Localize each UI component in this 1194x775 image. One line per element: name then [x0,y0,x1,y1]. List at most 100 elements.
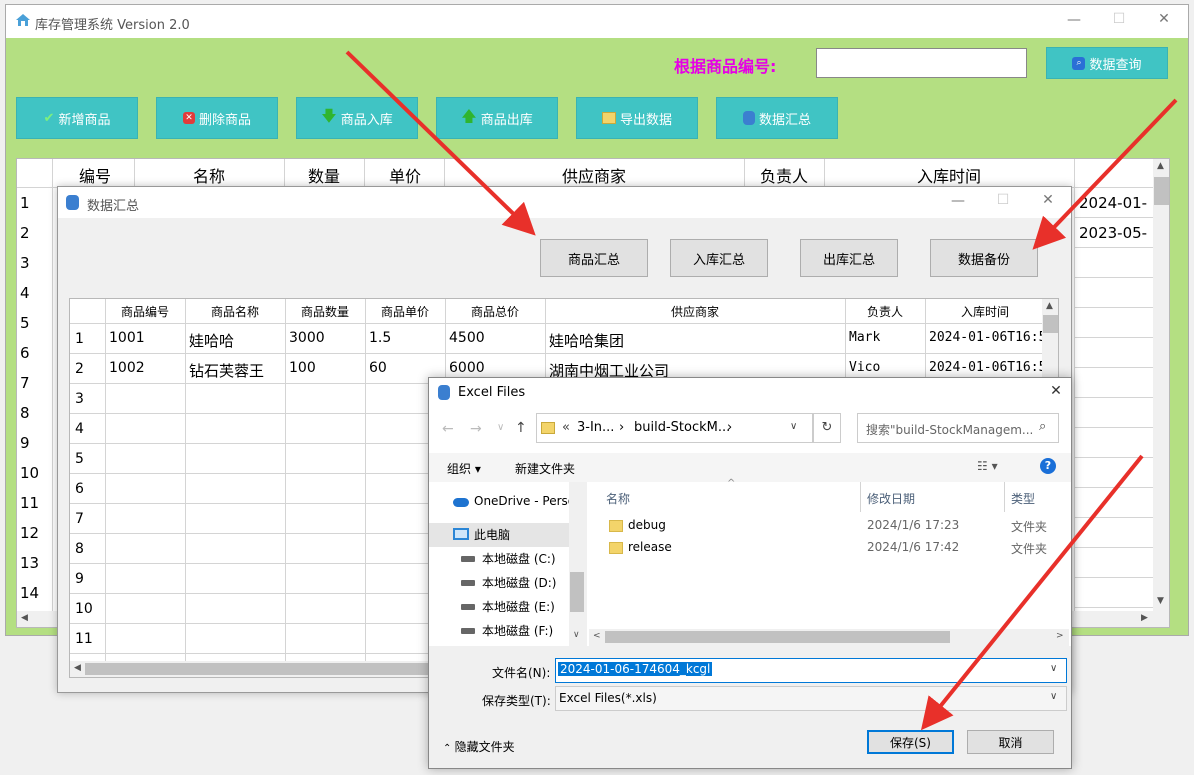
search-button[interactable]: ⌕ 数据查询 [1046,47,1168,79]
filename-input[interactable]: 2024-01-06-174604_kcgl ∨ [555,658,1067,683]
folder-icon [601,112,616,124]
column-header-date[interactable]: 修改日期 [867,490,915,507]
up-arrow-icon: 🡅 [461,106,477,125]
address-bar[interactable]: « 3-In... › build-StockM... › ∨ [536,413,813,443]
minimize-button[interactable]: — [948,193,968,209]
product-summary-button[interactable]: 商品汇总 [540,239,648,277]
refresh-button[interactable]: ↻ [813,413,841,443]
main-title: 库存管理系统 Version 2.0 [35,18,190,33]
down-arrow-icon: 🡇 [321,106,337,125]
grid-header-name: 名称 [193,167,226,186]
chevron-down-icon: ∨ [1050,691,1058,702]
grid-header-price: 单价 [389,167,422,186]
chevron-up-icon: ⌃ [443,743,455,754]
search-label: 根据商品编号: [674,57,777,76]
row-number: 2 [75,361,84,377]
dialog-title: Excel Files [458,385,526,400]
view-options-icon[interactable]: ☷ ▾ [977,459,998,473]
row-number: 3 [75,391,84,407]
row-number: 10 [75,601,93,617]
row-number: 11 [75,631,93,647]
summary-column-header: 商品数量 [300,305,349,319]
maximize-button[interactable]: ☐ [993,192,1013,208]
summary-cell: Mark [849,330,881,345]
column-header-type[interactable]: 类型 [1011,490,1035,507]
summary-title: 数据汇总 [87,199,140,214]
dialog-titlebar: Excel Files ✕ [429,378,1071,408]
summary-cell: 2024-01-06T16:5 [929,330,1043,345]
nav-item-label: 本地磁盘 (F:) [482,624,554,638]
row-number: 6 [75,481,84,497]
row-number: 13 [20,554,40,572]
minimize-button[interactable]: — [1064,12,1084,28]
summary-column-header: 商品编号 [120,305,169,319]
save-button[interactable]: 保存(S) [867,730,954,754]
summary-cell: 2024-01-06T16:5 [929,360,1043,375]
row-number: 12 [20,524,40,542]
data-backup-button[interactable]: 数据备份 [930,239,1038,277]
cancel-button[interactable]: 取消 [967,730,1054,754]
summary-cell: 100 [289,360,316,376]
file-name: release [628,540,672,554]
close-button[interactable]: ✕ [1046,383,1066,399]
search-icon: ⌕ [1039,419,1047,434]
column-header-name[interactable]: 名称 [606,490,630,507]
add-product-button[interactable]: ✔ 新增商品 [16,97,138,139]
delete-icon: ✕ [182,112,195,124]
folder-icon [609,520,623,532]
stock-out-summary-button[interactable]: 出库汇总 [800,239,898,277]
grid-header-owner: 负责人 [760,167,809,186]
nav-item-label: 本地磁盘 (C:) [482,552,556,566]
chevron-down-icon[interactable]: ∨ [497,422,504,433]
file-type: 文件夹 [1011,520,1048,534]
hide-folders-toggle[interactable]: ⌃ 隐藏文件夹 [443,738,515,755]
filetype-select[interactable]: Excel Files(*.xls) ∨ [555,686,1067,711]
search-box[interactable]: 搜索"build-StockManagem... ⌕ [857,413,1059,443]
up-arrow-icon[interactable]: ↑ [515,420,527,436]
chevron-down-icon[interactable]: ∨ [1050,663,1057,674]
database-icon [66,195,79,210]
grid-header-date: 入库时间 [917,167,982,186]
search-input[interactable] [816,48,1027,78]
summary-titlebar: 数据汇总 — ☐ ✕ [58,187,1071,218]
grid-cell-date: 2023-05- [1079,224,1148,242]
filename-label: 文件名(N): [492,666,551,680]
summary-column-header: 商品总价 [470,305,519,319]
stock-in-button[interactable]: 🡇 商品入库 [296,97,418,139]
row-number: 14 [20,584,40,602]
stock-out-button[interactable]: 🡅 商品出库 [436,97,558,139]
summary-cell: 4500 [449,330,485,346]
file-date: 2024/1/6 17:23 [867,518,960,532]
maximize-button[interactable]: ☐ [1109,11,1129,27]
new-folder-button[interactable]: 新建文件夹 [515,460,575,477]
row-number: 8 [20,404,30,422]
row-number: 4 [20,284,30,302]
data-summary-button[interactable]: 数据汇总 [716,97,838,139]
summary-cell: 6000 [449,360,485,376]
back-arrow-icon[interactable]: ← [442,421,454,437]
summary-column-header: 供应商家 [670,305,719,319]
help-icon[interactable]: ? [1040,458,1056,474]
horizontal-scrollbar[interactable]: < > [589,629,1069,646]
export-data-button[interactable]: 导出数据 [576,97,698,139]
nav-item-label: 本地磁盘 (E:) [482,600,555,614]
delete-product-button[interactable]: ✕ 删除商品 [156,97,278,139]
chevron-down-icon[interactable]: ∨ [790,421,797,432]
row-number: 7 [20,374,30,392]
row-number: 1 [20,194,30,212]
row-number: 1 [75,331,84,347]
summary-cell: 钻石芙蓉王 [189,362,265,380]
stock-in-summary-button[interactable]: 入库汇总 [670,239,768,277]
summary-cell: 娃哈哈集团 [549,332,625,350]
grid-header-id: 编号 [79,167,112,186]
nav-scrollbar[interactable]: ∨ [569,482,585,646]
grid-cell-date: 2024-01- [1079,194,1148,212]
vertical-scrollbar[interactable]: ▲ ▼ [1153,159,1169,611]
check-icon: ✔ [43,110,55,126]
close-button[interactable]: ✕ [1038,192,1058,208]
close-button[interactable]: ✕ [1154,11,1174,27]
home-icon [15,12,31,28]
forward-arrow-icon[interactable]: → [470,421,482,437]
row-number: 3 [20,254,30,272]
organize-menu[interactable]: 组织 ▾ [447,460,481,477]
